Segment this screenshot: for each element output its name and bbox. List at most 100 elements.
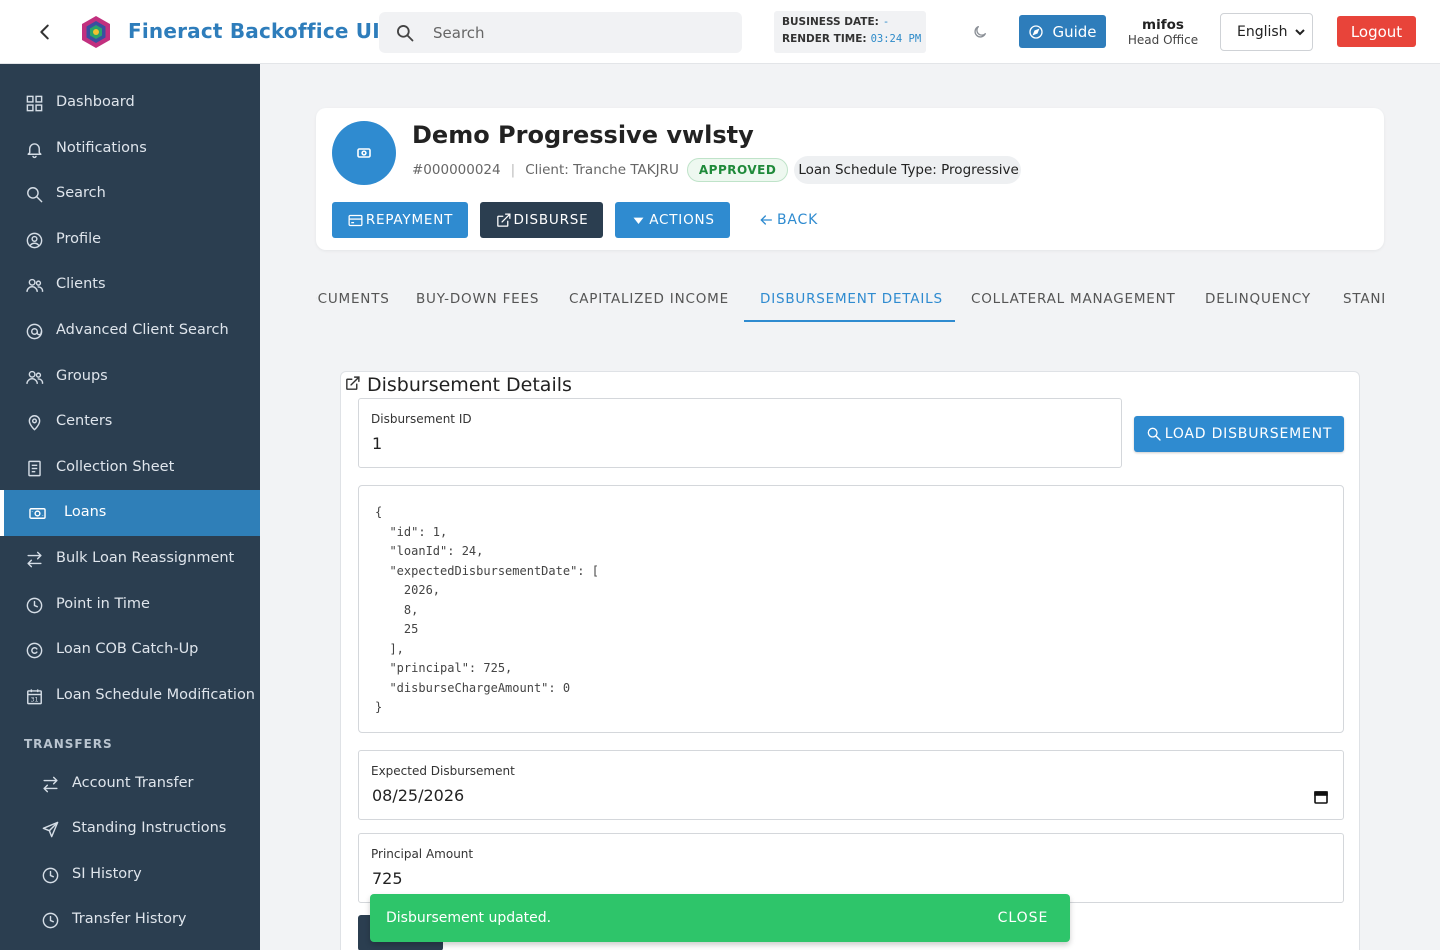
guide-button[interactable]: Guide <box>1019 15 1106 48</box>
grid-icon <box>26 95 43 112</box>
group-icon <box>26 370 44 384</box>
arrow-left-icon <box>760 215 772 225</box>
sidebar-item-label: Loan Schedule Modification <box>56 687 255 703</box>
schedule-type-chip: Loan Schedule Type: Progressive <box>794 156 1021 184</box>
calendar-icon[interactable] <box>1313 789 1329 805</box>
caret-down-icon <box>633 217 644 224</box>
disburse-button[interactable]: DISBURSE <box>480 202 603 238</box>
sidebar-item-advanced-client-search[interactable]: Advanced Client Search <box>0 308 260 354</box>
clock-icon <box>42 912 59 929</box>
users-icon <box>26 278 44 292</box>
credit-card-icon <box>348 214 363 226</box>
sidebar-item-groups[interactable]: Groups <box>0 354 260 400</box>
hexagon-logo-icon <box>82 16 110 48</box>
sidebar-item-loan-cob-catch-up[interactable]: Loan COB Catch-Up <box>0 627 260 673</box>
disbursement-json-viewer: { "id": 1, "loanId": 24, "expectedDisbur… <box>358 485 1344 733</box>
external-link-icon <box>496 212 511 227</box>
clock-icon <box>42 867 59 884</box>
global-search[interactable] <box>379 12 742 53</box>
disbursement-details-card: Disbursement Details Disbursement ID 1 L… <box>340 371 1360 950</box>
business-date-panel: BUSINESS DATE: - RENDER TIME: 03:24 PM <box>774 11 926 53</box>
sidebar-item-label: Centers <box>56 413 113 429</box>
sidebar-item-loan-schedule-modification[interactable]: 31 Loan Schedule Modification <box>0 673 260 719</box>
app-title[interactable]: Fineract Backoffice UI <box>128 19 380 43</box>
loan-account-number: #000000024 <box>412 162 501 178</box>
at-icon <box>26 323 43 340</box>
load-disbursement-label: LOAD DISBURSEMENT <box>1164 426 1333 442</box>
chevron-left-icon[interactable] <box>34 20 56 44</box>
external-link-icon <box>346 376 360 390</box>
user-name: mifos <box>1142 17 1184 33</box>
loan-avatar <box>332 121 396 185</box>
snackbar-close-button[interactable]: CLOSE <box>990 904 1056 932</box>
business-date-label: BUSINESS DATE: <box>782 16 879 28</box>
business-date-value: - <box>882 16 890 28</box>
sheet-icon <box>28 460 41 477</box>
sidebar-item-clients[interactable]: Clients <box>0 262 260 308</box>
sidebar-item-bulk-loan-reassignment[interactable]: Bulk Loan Reassignment <box>0 536 260 582</box>
search-icon <box>1147 427 1161 441</box>
tab-collateral-management[interactable]: COLLATERAL MANAGEMENT <box>971 276 1176 322</box>
tab-standing-instructions[interactable]: STANDING INSTRUCTIONS <box>1343 276 1384 322</box>
sidebar-item-notifications[interactable]: Notifications <box>0 126 260 172</box>
sidebar-item-search[interactable]: Search <box>0 171 260 217</box>
sidebar-item-label: Account Transfer <box>72 775 194 791</box>
tab-buy-down-fees[interactable]: BUY-DOWN FEES <box>416 276 539 322</box>
sidebar-item-collection-sheet[interactable]: Collection Sheet <box>0 445 260 491</box>
sidebar-item-centers[interactable]: Centers <box>0 399 260 445</box>
sidebar-item-point-in-time[interactable]: Point in Time <box>0 582 260 628</box>
sidebar-section-transfers: TRANSFERS <box>24 737 113 751</box>
sidebar-item-label: Notifications <box>56 140 147 156</box>
principal-amount-label: Principal Amount <box>371 847 474 861</box>
sidebar-item-dashboard[interactable]: Dashboard <box>0 80 260 126</box>
expected-disbursement-field[interactable]: Expected Disbursement 08/25/2026 <box>358 750 1344 820</box>
loan-client[interactable]: Client: Tranche TAKJRU <box>525 162 679 178</box>
sidebar-item-label: Profile <box>56 231 102 247</box>
card-title: Disbursement Details <box>367 374 572 396</box>
user-circle-icon <box>26 232 43 249</box>
tab-documents[interactable]: DOCUMENTS <box>316 276 390 322</box>
guide-label: Guide <box>1052 22 1097 41</box>
money-icon <box>357 148 371 158</box>
language-select[interactable]: English <box>1220 13 1313 51</box>
active-tab-indicator <box>744 320 955 322</box>
expected-disbursement-value[interactable]: 08/25/2026 <box>372 786 464 805</box>
sidebar-item-transfer-history[interactable]: Transfer History <box>0 897 260 943</box>
principal-amount-field[interactable]: Principal Amount 725 <box>358 833 1344 903</box>
loan-meta: #000000024 | Client: Tranche TAKJRU APPR… <box>412 156 1021 184</box>
principal-amount-value[interactable]: 725 <box>372 869 403 888</box>
sidebar-item-label: Advanced Client Search <box>56 322 229 338</box>
status-badge: APPROVED <box>686 158 789 182</box>
load-disbursement-button[interactable]: LOAD DISBURSEMENT <box>1134 416 1344 452</box>
loan-title: Demo Progressive vwlsty <box>412 121 754 149</box>
sidebar-item-label: Loan COB Catch-Up <box>56 641 199 657</box>
pin-icon <box>28 415 41 431</box>
expected-disbursement-label: Expected Disbursement <box>371 764 515 778</box>
moon-icon[interactable] <box>972 24 988 40</box>
clock-icon <box>26 597 43 614</box>
logout-button[interactable]: Logout <box>1337 16 1416 47</box>
send-icon <box>42 821 59 838</box>
back-button[interactable]: BACK <box>758 202 818 238</box>
actions-menu-button[interactable]: ACTIONS <box>615 202 730 238</box>
bell-icon <box>27 143 42 159</box>
sidebar-item-standing-instructions[interactable]: Standing Instructions <box>0 806 260 852</box>
search-input[interactable] <box>433 12 723 53</box>
disbursement-id-value[interactable]: 1 <box>372 434 382 453</box>
tab-delinquency[interactable]: DELINQUENCY <box>1205 276 1311 322</box>
sidebar-item-profile[interactable]: Profile <box>0 217 260 263</box>
swap-icon <box>43 776 58 793</box>
sidebar-item-label: Bulk Loan Reassignment <box>56 550 235 566</box>
tab-disbursement-details[interactable]: DISBURSEMENT DETAILS <box>760 276 943 322</box>
tab-capitalized-income[interactable]: CAPITALIZED INCOME <box>569 276 729 322</box>
snackbar-message: Disbursement updated. <box>386 910 552 926</box>
disbursement-id-field[interactable]: Disbursement ID 1 <box>358 398 1122 468</box>
loan-header-card: Demo Progressive vwlsty #000000024 | Cli… <box>316 108 1384 250</box>
sidebar-item-si-history[interactable]: SI History <box>0 852 260 898</box>
repayment-button[interactable]: REPAYMENT <box>332 202 468 238</box>
sidebar-item-loans[interactable]: Loans <box>0 490 260 536</box>
language-value: English <box>1237 24 1288 40</box>
sidebar-item-label: Transfer History <box>72 911 187 927</box>
sidebar-item-account-transfer[interactable]: Account Transfer <box>0 761 260 807</box>
sidebar-item-label: Loans <box>64 504 107 520</box>
